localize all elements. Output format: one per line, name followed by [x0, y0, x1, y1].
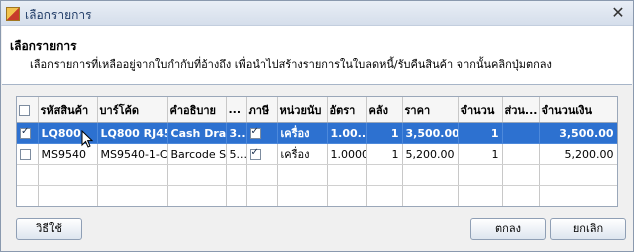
select-all-header[interactable] — [17, 97, 39, 123]
col-header-rate[interactable]: อัตรา — [327, 97, 367, 123]
cell-unit: เครื่อง — [277, 143, 328, 165]
col-header-code[interactable]: รหัสสินค้า — [38, 97, 98, 123]
cell-price: 3,500.00 — [402, 122, 459, 144]
cell-rate: 1.0000 — [327, 143, 367, 165]
mouse-pointer-icon — [81, 130, 94, 148]
cell-qty: 1 — [458, 143, 503, 165]
row-checkbox[interactable] — [20, 126, 31, 139]
app-icon — [6, 7, 20, 21]
col-header-extra[interactable]: ... — [226, 97, 247, 123]
col-header-barcode[interactable]: บาร์โค้ด — [97, 97, 168, 123]
cell-tax[interactable] — [246, 143, 278, 165]
cell-discount — [502, 143, 540, 165]
cell-unit: เครื่อง — [277, 122, 328, 144]
col-header-tax[interactable]: ภาษี — [246, 97, 278, 123]
cell-amount: 5,200.00 — [539, 143, 617, 165]
cell-extra: 5... — [226, 143, 247, 165]
table-header-row: รหัสสินค้า บาร์โค้ด คำอธิบาย ... ภาษี หน… — [17, 97, 617, 123]
select-all-checkbox[interactable] — [19, 104, 30, 116]
cell-barcode: MS9540-1-C... — [97, 143, 168, 165]
cell-qty: 1 — [458, 122, 503, 144]
col-header-unit[interactable]: หน่วยนับ — [277, 97, 328, 123]
col-header-discount[interactable]: ส่วน... — [502, 97, 540, 123]
cell-description: Barcode S... — [167, 143, 227, 165]
tax-checkbox[interactable] — [249, 126, 261, 139]
tax-checkbox[interactable] — [249, 147, 261, 160]
header-description: เลือกรายการที่เหลืออยู่จากใบกำกับที่อ้าง… — [30, 58, 552, 71]
row-checkbox-cell[interactable] — [17, 122, 39, 144]
row-checkbox-cell[interactable] — [17, 143, 39, 165]
col-header-price[interactable]: ราคา — [402, 97, 459, 123]
cell-extra: 3... — [226, 122, 247, 144]
header-title: เลือกรายการ — [10, 39, 77, 53]
empty-row — [17, 185, 617, 206]
items-grid[interactable]: รหัสสินค้า บาร์โค้ด คำอธิบาย ... ภาษี หน… — [16, 96, 618, 207]
cell-rate: 1.00... — [327, 122, 367, 144]
col-header-description[interactable]: คำอธิบาย — [167, 97, 227, 123]
cell-tax[interactable] — [246, 122, 278, 144]
cell-price: 5,200.00 — [402, 143, 459, 165]
dialog-header: เลือกรายการ เลือกรายการที่เหลืออยู่จากใบ… — [2, 26, 632, 85]
cell-barcode: LQ800 RJ45 — [97, 122, 168, 144]
ok-button[interactable]: ตกลง — [470, 218, 546, 240]
window-title: เลือกรายการ — [25, 8, 92, 22]
items-table: รหัสสินค้า บาร์โค้ด คำอธิบาย ... ภาษี หน… — [17, 97, 617, 208]
table-row[interactable]: LQ800 LQ800 RJ45 Cash Dra... 3... เครื่อ… — [17, 122, 617, 144]
help-button[interactable]: วิธีใช้ — [16, 218, 82, 240]
cancel-button[interactable]: ยกเลิก — [550, 218, 626, 240]
cell-discount — [502, 122, 540, 144]
col-header-warehouse[interactable]: คลัง — [366, 97, 403, 123]
row-checkbox[interactable] — [20, 149, 31, 160]
close-button[interactable]: ✕ — [610, 5, 626, 21]
table-row[interactable]: MS9540 MS9540-1-C... Barcode S... 5... เ… — [17, 143, 617, 165]
empty-row — [17, 164, 617, 186]
cell-amount: 3,500.00 — [539, 122, 617, 144]
cell-warehouse: 1 — [366, 122, 403, 144]
title-bar[interactable]: เลือกรายการ ✕ — [1, 1, 633, 26]
cell-warehouse: 1 — [366, 143, 403, 165]
col-header-amount[interactable]: จำนวนเงิน — [539, 97, 617, 123]
dialog-window: เลือกรายการ ✕ เลือกรายการ เลือกรายการที่… — [0, 0, 634, 252]
cell-description: Cash Dra... — [167, 122, 227, 144]
empty-row — [17, 207, 617, 208]
col-header-qty[interactable]: จำนวน — [458, 97, 503, 123]
